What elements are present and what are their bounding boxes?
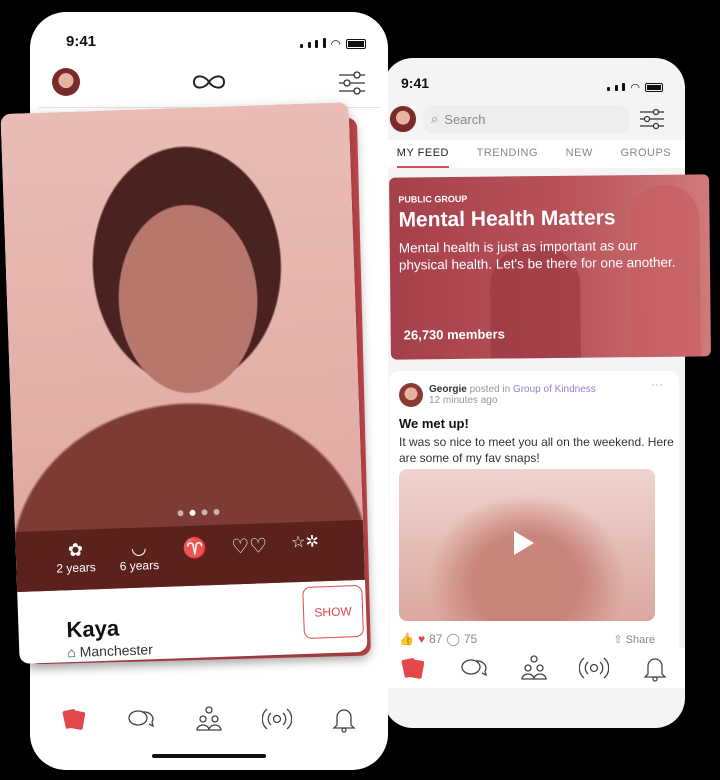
bow-diaper-icon: ✿ (67, 539, 84, 561)
bell-icon[interactable] (640, 653, 670, 683)
photo-dots[interactable] (177, 508, 220, 517)
search-placeholder: Search (444, 111, 486, 127)
post-photo[interactable] (399, 469, 655, 621)
tab-new[interactable]: NEW (566, 147, 593, 168)
stars-icon: ☆✲ (290, 533, 320, 552)
feed-phone: 9:41 ◠ ⌕ Search MY FEED TRENDING NEW GRO… (383, 58, 685, 728)
group-link[interactable]: Group of Kindness (513, 384, 596, 395)
filter-icon[interactable] (639, 107, 665, 131)
post-time: 12 minutes ago (429, 395, 498, 406)
badge-label: 6 years (119, 557, 160, 574)
post-card[interactable]: Georgie posted in Group of Kindness 12 m… (389, 371, 679, 661)
profile-location: Manchester (79, 641, 154, 660)
search-input[interactable]: ⌕ Search (423, 105, 629, 133)
post-body: It was so nice to meet you all on the we… (399, 435, 674, 465)
group-tag: PUBLIC GROUP (398, 193, 468, 205)
home-indicator (152, 754, 266, 758)
badge-child-age: ✿ 2 years (55, 539, 96, 590)
group-members: 26,730 members (403, 326, 505, 343)
group-title: Mental Health Matters (398, 206, 616, 232)
more-icon[interactable]: ··· (651, 377, 663, 391)
status-time: 9:41 (66, 33, 97, 50)
status-icons: ◠ (607, 78, 663, 96)
cards-icon[interactable] (398, 653, 428, 683)
status-icons: ◠ (300, 35, 366, 53)
bell-icon[interactable] (329, 704, 359, 734)
post-title: We met up! (399, 416, 469, 431)
community-icon[interactable] (194, 704, 224, 734)
posted-in-label: posted in (469, 384, 511, 395)
hearts-icon: ♡♡ (231, 535, 268, 559)
diaper-icon: ◡ (130, 537, 147, 558)
share-button[interactable]: ⇧ Share (613, 633, 655, 646)
badge-label: 2 years (56, 560, 96, 576)
tab-my-feed[interactable]: MY FEED (396, 147, 449, 168)
aries-icon: ♈ (182, 537, 208, 561)
bottom-nav (383, 648, 685, 688)
share-icon: ⇧ (613, 634, 626, 646)
live-icon[interactable] (261, 704, 292, 734)
heart-icon[interactable]: ♥ (418, 632, 425, 646)
play-icon[interactable] (514, 531, 534, 555)
bottom-nav (40, 694, 378, 744)
status-time: 9:41 (401, 75, 430, 91)
profile-name: Kaya (66, 615, 120, 643)
post-author[interactable]: Georgie (429, 384, 467, 395)
logo-icon (192, 75, 226, 89)
comment-count: 75 (463, 632, 478, 646)
badge-child-age-2: ◡ 6 years (119, 537, 160, 588)
tab-groups[interactable]: GROUPS (620, 147, 671, 168)
like-icon[interactable]: 👍 (399, 632, 414, 646)
tab-trending[interactable]: TRENDING (477, 147, 538, 168)
feed-tabs: MY FEED TRENDING NEW GROUPS (383, 140, 685, 168)
chat-icon[interactable] (126, 704, 156, 734)
cards-icon[interactable] (59, 704, 89, 734)
author-avatar[interactable] (399, 383, 423, 407)
live-icon[interactable] (579, 653, 610, 683)
profile-card[interactable]: ✿ 2 years ◡ 6 years ♈ ♡♡ ☆✲ Kaya ⌂ Manches… (0, 102, 368, 664)
badge-row: ✿ 2 years ◡ 6 years ♈ ♡♡ ☆✲ (15, 519, 365, 592)
community-icon[interactable] (519, 653, 549, 683)
chat-icon[interactable] (459, 653, 489, 683)
home-icon: ⌂ (67, 643, 80, 661)
group-card[interactable]: PUBLIC GROUP Mental Health Matters Menta… (389, 174, 711, 360)
search-icon: ⌕ (431, 111, 439, 126)
share-label: Share (625, 634, 655, 646)
comment-icon[interactable]: ◯ (446, 632, 459, 646)
avatar[interactable] (389, 105, 417, 133)
avatar[interactable] (52, 68, 80, 96)
show-button[interactable]: SHOW (302, 584, 364, 639)
reaction-count: 87 (429, 632, 443, 646)
filter-icon[interactable] (338, 70, 366, 96)
profile-photo[interactable]: ✿ 2 years ◡ 6 years ♈ ♡♡ ☆✲ (0, 102, 365, 592)
group-description: Mental health is just as important as ou… (398, 238, 676, 273)
